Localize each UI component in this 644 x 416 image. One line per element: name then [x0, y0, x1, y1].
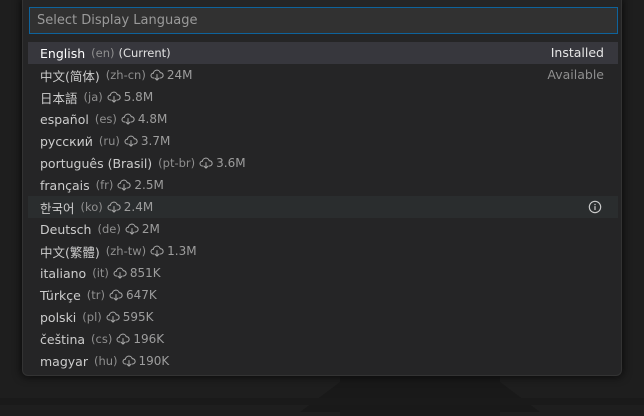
- language-code: (es): [94, 112, 117, 126]
- background-band: [0, 398, 644, 405]
- language-item-zh-tw[interactable]: 中文(繁體) (zh-tw) 1.3M: [28, 240, 618, 262]
- cloud-download-icon: [150, 245, 164, 257]
- cloud-download-icon: [109, 289, 123, 301]
- download-size: 196K: [133, 332, 165, 346]
- language-name: Deutsch: [40, 221, 92, 237]
- language-name: Türkçe: [40, 287, 81, 303]
- download-size: 2.4M: [123, 200, 154, 214]
- language-code: (zh-cn): [105, 68, 146, 82]
- background-shape: [340, 376, 500, 416]
- language-name: English: [40, 45, 86, 61]
- download-size: 5.8M: [123, 90, 154, 104]
- cloud-download-icon: [113, 267, 127, 279]
- language-code: (it): [92, 266, 109, 280]
- language-code: (en): [91, 46, 115, 60]
- cloud-download-icon: [199, 157, 213, 169]
- language-code: (pl): [82, 310, 102, 324]
- language-name: 日本語: [40, 90, 78, 106]
- language-name: čeština: [40, 331, 86, 347]
- language-item-it[interactable]: italiano (it) 851K: [28, 262, 618, 284]
- language-name: español: [40, 111, 89, 127]
- language-code: (zh-tw): [105, 244, 147, 258]
- language-name: français: [40, 177, 90, 193]
- language-name: italiano: [40, 265, 87, 281]
- language-item-es[interactable]: español (es) 4.8M: [28, 108, 618, 130]
- background-shape: [300, 382, 340, 412]
- download-size: 2M: [141, 222, 160, 236]
- installed-label: Installed: [550, 45, 604, 60]
- cloud-download-icon: [107, 91, 121, 103]
- language-quick-pick: English (en) (Current) Installed 中文(简体) …: [22, 0, 622, 376]
- language-item-cs[interactable]: čeština (cs) 196K: [28, 328, 618, 350]
- download-size: 851K: [129, 266, 161, 280]
- background-shape: [500, 382, 540, 412]
- info-icon[interactable]: [588, 200, 602, 214]
- language-item-zh-cn[interactable]: 中文(简体) (zh-cn) 24M Available: [28, 64, 618, 86]
- language-code: (ja): [83, 90, 103, 104]
- language-item-tr[interactable]: Türkçe (tr) 647K: [28, 284, 618, 306]
- download-size: 4.8M: [137, 112, 168, 126]
- language-code: (cs): [91, 332, 113, 346]
- language-item-fr[interactable]: français (fr) 2.5M: [28, 174, 618, 196]
- language-name: português (Brasil): [40, 155, 153, 171]
- cloud-download-icon: [122, 355, 136, 367]
- language-name: 한국어: [40, 200, 75, 216]
- language-code: (de): [97, 222, 121, 236]
- cloud-download-icon: [117, 179, 132, 191]
- language-list: English (en) (Current) Installed 中文(简体) …: [28, 42, 618, 372]
- language-code: (ru): [98, 134, 120, 148]
- language-search-input[interactable]: [37, 13, 617, 28]
- language-name: 中文(繁體): [40, 244, 100, 260]
- language-item-ko[interactable]: 한국어 (ko) 2.4M: [28, 196, 618, 218]
- language-code: (ko): [80, 200, 103, 214]
- download-size: 3.7M: [140, 134, 171, 148]
- language-code: (pt-br): [158, 156, 196, 170]
- language-item-de[interactable]: Deutsch (de) 2M: [28, 218, 618, 240]
- language-name: magyar: [40, 353, 88, 369]
- language-item-en[interactable]: English (en) (Current) Installed: [28, 42, 618, 64]
- download-size: 595K: [122, 310, 154, 324]
- cloud-download-icon: [116, 333, 130, 345]
- available-label: Available: [547, 67, 604, 82]
- cloud-download-icon: [107, 201, 121, 213]
- language-name: polski: [40, 309, 77, 325]
- language-item-ja[interactable]: 日本語 (ja) 5.8M: [28, 86, 618, 108]
- cloud-download-icon: [124, 135, 138, 147]
- language-item-pt-br[interactable]: português (Brasil) (pt-br) 3.6M: [28, 152, 618, 174]
- cloud-download-icon: [106, 311, 120, 323]
- language-code: (fr): [95, 178, 114, 192]
- download-size: 2.5M: [134, 178, 164, 192]
- download-size: 647K: [126, 288, 157, 302]
- language-search-box[interactable]: [29, 7, 618, 34]
- download-size: 3.6M: [216, 156, 246, 170]
- current-language-label: (Current): [118, 46, 171, 60]
- cloud-download-icon: [125, 223, 139, 235]
- language-name: 中文(简体): [40, 68, 100, 84]
- language-item-ru[interactable]: русский (ru) 3.7M: [28, 130, 618, 152]
- download-size: 24M: [166, 68, 193, 82]
- language-item-pl[interactable]: polski (pl) 595K: [28, 306, 618, 328]
- cloud-download-icon: [121, 113, 135, 125]
- download-size: 190K: [138, 354, 170, 368]
- cloud-download-icon: [150, 69, 164, 81]
- language-code: (hu): [93, 354, 118, 368]
- language-name: русский: [40, 133, 93, 149]
- language-code: (tr): [86, 288, 106, 302]
- language-item-hu[interactable]: magyar (hu) 190K: [28, 350, 618, 372]
- download-size: 1.3M: [167, 244, 197, 258]
